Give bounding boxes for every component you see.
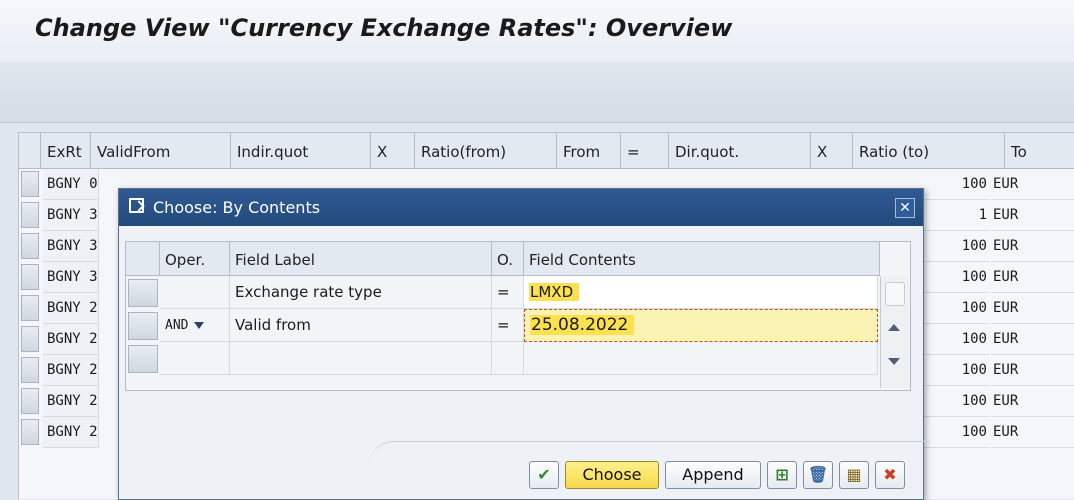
field-value: LMXD xyxy=(529,283,580,301)
row-selector[interactable] xyxy=(21,419,39,445)
trash-icon[interactable]: 🗑 xyxy=(803,461,833,489)
col-header-exrt[interactable]: ExRt xyxy=(41,133,91,169)
valid-from-field[interactable]: 25.08.2022 xyxy=(524,309,878,342)
exrt-cell[interactable]: BGNY 26 xyxy=(43,324,99,355)
append-button[interactable]: Append xyxy=(665,461,761,489)
dialog-button-bar: ✔ Choose Append ⊞ 🗑 ▦ ✖ xyxy=(119,461,923,499)
col-header-field-contents[interactable]: Field Contents xyxy=(524,242,880,276)
dialog-window-icon xyxy=(129,198,144,213)
scroll-down-icon[interactable] xyxy=(888,358,900,365)
row-selector[interactable] xyxy=(128,279,158,307)
exrt-cell[interactable]: BGNY 25 xyxy=(43,355,99,386)
row-selector[interactable] xyxy=(128,312,158,340)
exrt-cell[interactable]: BGNY 23 xyxy=(43,417,99,448)
page-title: Change View "Currency Exchange Rates": O… xyxy=(35,14,733,42)
operator-cell[interactable]: = xyxy=(492,309,524,342)
scroll-up-icon[interactable] xyxy=(888,324,900,331)
exrt-cell[interactable]: BGNY 31 xyxy=(43,200,99,231)
to-currency-cell[interactable]: EUR xyxy=(991,355,1074,386)
col-header-field-label[interactable]: Field Label xyxy=(230,242,492,276)
oper-value: AND xyxy=(165,318,189,333)
select-block-icon[interactable]: ▦ xyxy=(839,461,869,489)
oper-cell[interactable] xyxy=(160,276,230,309)
field-label-cell: Valid from xyxy=(230,309,492,342)
select-all-header[interactable] xyxy=(19,133,41,169)
criteria-row[interactable]: AND Valid from = 25.08.2022 xyxy=(126,309,910,342)
row-selector[interactable] xyxy=(21,202,39,228)
col-header-ratio-from[interactable]: Ratio(from) xyxy=(415,133,557,169)
exrt-cell[interactable]: BGNY 27 xyxy=(43,293,99,324)
field-label-cell xyxy=(230,342,492,375)
oper-dropdown[interactable]: AND xyxy=(160,309,230,342)
field-value: 25.08.2022 xyxy=(530,315,635,335)
row-selector[interactable] xyxy=(21,357,39,383)
col-header-equals[interactable]: = xyxy=(621,133,669,169)
col-header-ratio-to[interactable]: Ratio (to) xyxy=(853,133,1005,169)
close-icon[interactable]: ✕ xyxy=(895,198,915,218)
col-header-oper[interactable]: Oper. xyxy=(160,242,230,276)
scroll-grip-icon[interactable] xyxy=(885,282,905,306)
row-selector[interactable] xyxy=(21,171,39,197)
col-header-dirquot[interactable]: Dir.quot. xyxy=(669,133,811,169)
field-contents-cell[interactable] xyxy=(524,342,878,375)
dialog-title-bar[interactable]: Choose: By Contents ✕ xyxy=(119,189,923,226)
exrt-cell[interactable]: BGNY 31 xyxy=(43,231,99,262)
col-header-from[interactable]: From xyxy=(557,133,621,169)
col-header-to[interactable]: To xyxy=(1005,133,1074,169)
col-header-operator[interactable]: O. xyxy=(492,242,524,276)
col-header-x2[interactable]: X xyxy=(811,133,853,169)
exrt-cell[interactable]: BGNY 01 xyxy=(43,169,99,200)
criteria-row[interactable]: Exchange rate type = LMXD xyxy=(126,276,910,309)
oper-cell[interactable] xyxy=(160,342,230,375)
row-selector[interactable] xyxy=(21,295,39,321)
row-selector[interactable] xyxy=(21,264,39,290)
exchange-rate-type-field[interactable]: LMXD xyxy=(524,276,878,309)
col-header-validfrom[interactable]: ValidFrom xyxy=(91,133,231,169)
operator-cell[interactable]: = xyxy=(492,276,524,309)
field-label-cell: Exchange rate type xyxy=(230,276,492,309)
to-currency-cell[interactable]: EUR xyxy=(991,169,1074,200)
col-header-indirquot[interactable]: Indir.quot xyxy=(231,133,371,169)
cancel-x-icon[interactable]: ✖ xyxy=(875,461,905,489)
to-currency-cell[interactable]: EUR xyxy=(991,293,1074,324)
to-currency-cell[interactable]: EUR xyxy=(991,324,1074,355)
to-currency-cell[interactable]: EUR xyxy=(991,386,1074,417)
to-currency-cell[interactable]: EUR xyxy=(991,231,1074,262)
row-selector[interactable] xyxy=(21,326,39,352)
row-selector[interactable] xyxy=(128,345,158,373)
dialog-title: Choose: By Contents xyxy=(153,198,321,217)
criteria-row[interactable] xyxy=(126,342,910,375)
row-selector[interactable] xyxy=(21,233,39,259)
checkmark-icon[interactable]: ✔ xyxy=(529,461,559,489)
choose-button[interactable]: Choose xyxy=(565,461,659,489)
criteria-table: Oper. Field Label O. Field Contents Exch… xyxy=(125,241,911,391)
criteria-select-header[interactable] xyxy=(126,242,160,276)
vertical-scrollbar[interactable] xyxy=(880,276,909,388)
title-bar: Change View "Currency Exchange Rates": O… xyxy=(0,0,1074,62)
application-toolbar xyxy=(0,62,1074,123)
to-currency-cell[interactable]: EUR xyxy=(991,262,1074,293)
to-currency-cell[interactable]: EUR xyxy=(991,200,1074,231)
row-selector[interactable] xyxy=(21,388,39,414)
col-header-x1[interactable]: X xyxy=(371,133,415,169)
operator-cell[interactable] xyxy=(492,342,524,375)
to-currency-cell[interactable]: EUR xyxy=(991,417,1074,448)
exrt-cell[interactable]: BGNY 24 xyxy=(43,386,99,417)
dropdown-arrow-icon[interactable] xyxy=(194,322,205,329)
insert-row-icon[interactable]: ⊞ xyxy=(767,461,797,489)
choose-by-contents-dialog: Choose: By Contents ✕ Oper. Field Label … xyxy=(118,188,929,500)
exrt-cell[interactable]: BGNY 30 xyxy=(43,262,99,293)
